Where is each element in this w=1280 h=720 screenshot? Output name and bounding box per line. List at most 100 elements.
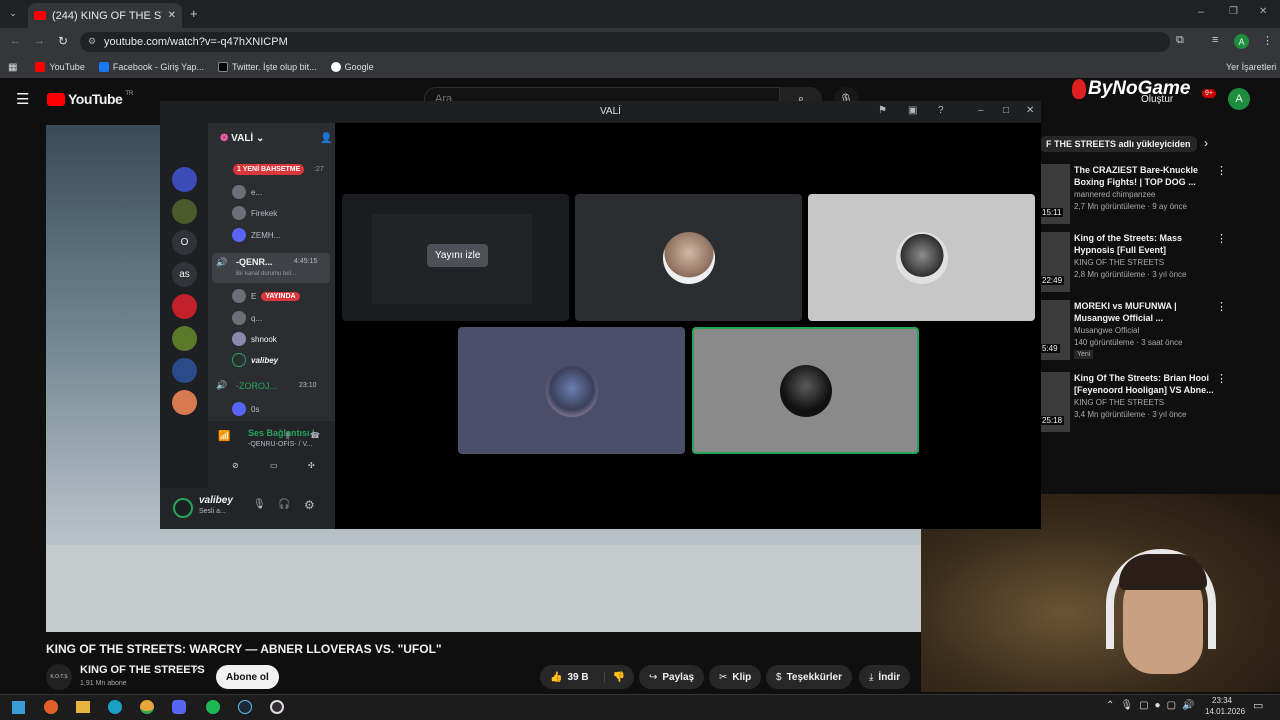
other-bookmarks[interactable]: Yer İşaretleri (1226, 62, 1276, 72)
headset-icon[interactable]: 🎧 (278, 499, 290, 510)
discord-taskbar-icon[interactable] (172, 700, 186, 714)
clock-date[interactable]: 14.01.2026 (1205, 707, 1245, 716)
site-info-icon[interactable]: ⚙ (88, 36, 96, 47)
voice-user[interactable]: Firekek (232, 206, 277, 220)
close-tab-icon[interactable]: ✕ (168, 10, 176, 21)
clock-time[interactable]: 23:34 (1212, 696, 1232, 705)
bookmark-google[interactable]: Google (330, 62, 374, 72)
participant-tile[interactable] (808, 194, 1035, 321)
recommendation-channel[interactable]: Musangwe Official (1074, 326, 1139, 335)
bookmark-twitter[interactable]: Twitter. İşte olup bit... (218, 62, 317, 72)
server-icon[interactable] (172, 390, 197, 415)
screen-share-icon[interactable]: ▭ (270, 461, 278, 470)
discord-maximize-icon[interactable]: □ (1003, 105, 1009, 116)
reading-list-icon[interactable]: ≡ (1212, 34, 1218, 46)
thanks-button[interactable]: $ Teşekkürler (766, 665, 852, 689)
voice-user[interactable]: E YAYINDA (232, 289, 300, 303)
server-icon[interactable]: as (172, 262, 197, 287)
recommendation-title[interactable]: MOREKI vs MUFUNWA | Musangwe Official ..… (1074, 300, 1214, 324)
recommendation-channel[interactable]: KING OF THE STREETS (1074, 258, 1164, 267)
channel-name[interactable]: KING OF THE STREETS (80, 664, 205, 676)
recommendation-item[interactable]: 15:11 The CRAZIEST Bare-Knuckle Boxing Fi… (1040, 164, 1230, 226)
server-icon[interactable]: O (172, 230, 197, 255)
youtube-logo[interactable]: YouTube TR (47, 91, 133, 107)
recommendation-item[interactable]: 25:18 King Of The Streets: Brian Hooi [Fe… (1040, 372, 1230, 434)
help-icon[interactable]: ? (938, 105, 944, 116)
recommendation-channel[interactable]: KING OF THE STREETS (1074, 398, 1164, 407)
participant-tile-speaking[interactable] (692, 327, 919, 454)
browser-tab[interactable]: (244) KING OF THE STREETS: W ✕ (28, 3, 182, 28)
channel-avatar[interactable]: K.O.T.S (46, 664, 72, 690)
bookmark-youtube[interactable]: YouTube (35, 62, 85, 72)
chrome-icon[interactable] (140, 700, 154, 714)
server-icon[interactable] (172, 294, 197, 319)
more-options-icon[interactable]: ⋮ (1216, 164, 1227, 177)
flag-icon[interactable]: ⚑ (878, 105, 887, 116)
activities-icon[interactable]: ✣ (308, 461, 315, 470)
voice-user[interactable]: valibey (232, 353, 278, 367)
server-icon[interactable] (172, 326, 197, 351)
url-bar[interactable]: ⚙ youtube.com/watch?v=-q47hXNICPM (80, 32, 1170, 52)
spotify-icon[interactable] (206, 700, 220, 714)
reload-icon[interactable]: ↻ (58, 34, 68, 48)
recommendation-item[interactable]: 5:49 MOREKI vs MUFUNWA | Musangwe Officia… (1040, 300, 1230, 362)
close-window-icon[interactable]: ✕ (1259, 6, 1267, 17)
minimize-window-icon[interactable]: – (1198, 6, 1204, 18)
server-icon[interactable] (172, 358, 197, 383)
notifications-icon[interactable]: ▭ (1253, 699, 1263, 712)
add-member-icon[interactable]: 👤 (320, 133, 332, 144)
voice-user[interactable]: ZEMH... (232, 228, 280, 242)
tab-search-icon[interactable]: ⌄ (6, 6, 20, 20)
dislike-button[interactable]: 👎 (603, 671, 625, 683)
recommendation-channel[interactable]: mannered chimpanzee (1074, 190, 1155, 199)
forward-icon[interactable]: → (34, 35, 45, 47)
file-explorer-icon[interactable] (76, 701, 90, 713)
server-icon[interactable] (172, 199, 197, 224)
voice-channel-active[interactable]: 🔊 -QENR... 4:45:15 Bir kanal durumu bel.… (212, 253, 330, 283)
recommendation-title[interactable]: King of the Streets: Mass Hypnosis [Full… (1074, 232, 1214, 256)
profile-avatar[interactable]: A (1234, 34, 1249, 49)
inbox-icon[interactable]: ▣ (908, 105, 917, 116)
channel-name[interactable]: -ZOROJ... (236, 381, 277, 391)
extensions-icon[interactable]: ⧉ (1176, 34, 1184, 47)
discord-minimize-icon[interactable]: – (978, 105, 984, 116)
settings-gear-icon[interactable]: ⚙ (304, 498, 315, 512)
chevron-right-icon[interactable]: › (1204, 136, 1208, 150)
hamburger-icon[interactable]: ☰ (16, 90, 29, 108)
bookmark-facebook[interactable]: Facebook - Giriş Yap... (98, 62, 204, 72)
noise-suppression-icon[interactable]: ⫼ (286, 431, 290, 441)
filter-chip[interactable]: F THE STREETS adlı yükleyiciden (1040, 136, 1197, 152)
recommendation-title[interactable]: King Of The Streets: Brian Hooi [Feyenoo… (1074, 372, 1214, 396)
discord-close-icon[interactable]: ✕ (1026, 105, 1034, 116)
user-avatar[interactable] (173, 498, 193, 518)
menu-dots-icon[interactable]: ⋮ (1262, 34, 1273, 47)
apps-grid-icon[interactable]: ▦ (8, 62, 17, 73)
subscribe-button[interactable]: Abone ol (216, 665, 279, 689)
more-options-icon[interactable]: ⋮ (1216, 300, 1227, 313)
new-tab-icon[interactable]: + (190, 6, 198, 21)
stream-tile[interactable]: Yayını izle (342, 194, 569, 321)
maximize-window-icon[interactable]: ❐ (1229, 6, 1238, 17)
steam-icon[interactable] (238, 700, 252, 714)
participant-tile[interactable] (575, 194, 802, 321)
recommendation-title[interactable]: The CRAZIEST Bare-Knuckle Boxing Fights!… (1074, 164, 1214, 188)
more-options-icon[interactable]: ⋮ (1216, 232, 1227, 245)
watch-stream-button[interactable]: Yayını izle (427, 244, 489, 267)
windows-start-icon[interactable] (12, 701, 25, 714)
microphone-icon[interactable]: 🎙 (253, 499, 266, 510)
edge-icon[interactable] (108, 700, 122, 714)
download-button[interactable]: ⤓ İndir (859, 665, 911, 689)
account-avatar[interactable]: A (1228, 88, 1250, 110)
back-icon[interactable]: ← (10, 35, 21, 47)
recommendation-item[interactable]: 22:49 King of the Streets: Mass Hypnosis … (1040, 232, 1230, 294)
voice-user[interactable]: e... (232, 185, 262, 199)
server-name[interactable]: ❁ VALİ ⌄ (220, 133, 264, 144)
obs-icon[interactable] (270, 700, 284, 714)
like-button[interactable]: 👍 39 B (540, 672, 599, 683)
share-button[interactable]: ↪ Paylaş (639, 665, 705, 689)
voice-user[interactable]: shnook (232, 332, 277, 346)
disconnect-icon[interactable]: ☎ (310, 431, 320, 440)
more-options-icon[interactable]: ⋮ (1216, 372, 1227, 385)
server-icon[interactable] (172, 167, 197, 192)
voice-channel-path[interactable]: -QENRU-OFİS- / V... (248, 441, 312, 448)
